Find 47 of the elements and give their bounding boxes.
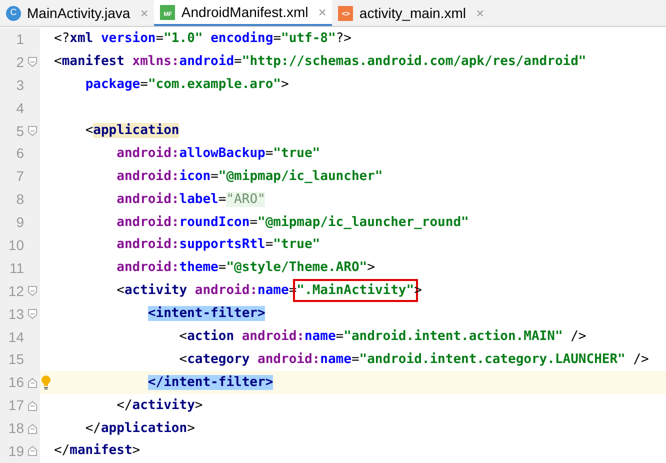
tab-label: activity_main.xml [359, 4, 466, 23]
line-number: 9 [15, 213, 25, 232]
line-number: 8 [15, 190, 25, 210]
fold-marker-icon[interactable] [28, 57, 36, 68]
code-line: package="com.example.aro"> [84, 76, 289, 94]
fold-marker-icon[interactable] [28, 309, 36, 320]
tab-label: AndroidManifest.xml [181, 2, 308, 22]
code-line: android:roundIcon="@mipmap/ic_launcher_round" [116, 214, 469, 232]
code-line: <action android:name="android.intent.action.MAIN" /> [178, 328, 586, 346]
line-number: 18 [7, 419, 25, 438]
tab-label: MainActivity.java [27, 4, 130, 23]
line-number: 14 [7, 328, 25, 347]
code-line: android:allowBackup="true" [116, 144, 320, 163]
fold-marker-icon[interactable] [28, 446, 36, 456]
line-number: 19 [7, 442, 25, 461]
line-number: 15 [7, 350, 25, 370]
lightbulb-icon[interactable] [41, 375, 51, 390]
line-number: 16 [7, 373, 25, 392]
fold-marker-icon[interactable] [28, 400, 36, 411]
line-number: 7 [15, 167, 25, 186]
code-line: </application> [84, 420, 195, 438]
fold-marker-icon[interactable] [28, 286, 36, 296]
code-line: android:theme="@style/Theme.ARO"> [116, 259, 375, 278]
code-line: <category android:name="android.intent.category.LAUNCHER" /> [178, 350, 649, 369]
file-type-icon: C [6, 6, 21, 20]
line-number: 11 [8, 258, 25, 278]
line-number: 10 [7, 236, 25, 255]
code-line: <application [84, 122, 180, 140]
code-line: android:icon="@mipmap/ic_launcher" [116, 168, 383, 186]
code-line: <?xml version="1.0" encoding="utf-8"?> [53, 30, 352, 48]
line-number: 5 [15, 122, 25, 140]
fold-marker-icon[interactable] [28, 126, 36, 136]
line-number: 4 [15, 98, 25, 118]
fold-marker-icon[interactable] [28, 378, 36, 388]
line-number: 1 [15, 30, 25, 49]
fold-marker-icon[interactable] [28, 424, 36, 434]
line-number: 13 [7, 304, 25, 324]
code-line: </manifest> [53, 442, 140, 460]
line-number: 3 [15, 76, 25, 95]
line-number: 2 [15, 52, 25, 72]
code-line: android:label="ARO" [116, 190, 266, 209]
line-number: 17 [7, 396, 25, 416]
line-number: 12 [7, 282, 25, 301]
code-line: </activity> [116, 396, 203, 415]
code-line: <manifest xmlns:android="http://schemas.android.com/apk/res/android" [53, 53, 586, 72]
line-number: 6 [15, 144, 25, 164]
code-line: android:supportsRtl="true" [116, 236, 320, 254]
